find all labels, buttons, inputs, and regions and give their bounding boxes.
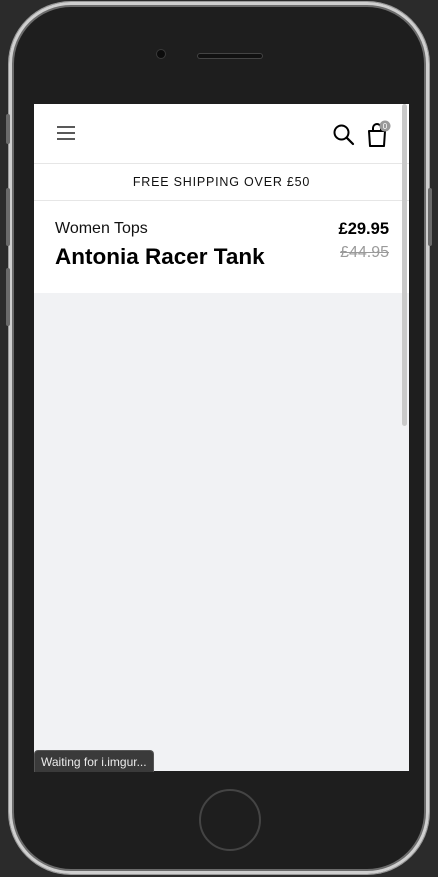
silent-switch xyxy=(6,114,10,144)
power-button xyxy=(428,188,432,246)
product-category[interactable]: Women Tops xyxy=(55,220,148,238)
app-header: 0 xyxy=(34,104,409,164)
home-button[interactable] xyxy=(199,789,261,851)
volume-down-button xyxy=(6,268,10,326)
browser-status-bar: Waiting for i.imgur... xyxy=(34,750,154,772)
cart-count-badge: 0 xyxy=(383,122,388,131)
app-screen: 0 FREE SHIPPING OVER £50 Women Tops Anto… xyxy=(34,104,409,771)
front-camera xyxy=(157,50,165,58)
shopping-bag-icon[interactable]: 0 xyxy=(366,120,394,153)
product-title: Antonia Racer Tank xyxy=(55,244,265,269)
search-icon[interactable] xyxy=(332,123,356,152)
volume-up-button xyxy=(6,188,10,246)
earpiece-speaker xyxy=(197,53,263,59)
shipping-banner: FREE SHIPPING OVER £50 xyxy=(34,164,409,201)
product-sale-price: £29.95 xyxy=(338,220,389,238)
product-original-price: £44.95 xyxy=(340,244,389,261)
product-info-panel: Women Tops Antonia Racer Tank £29.95 £44… xyxy=(34,201,409,293)
hamburger-menu-icon[interactable] xyxy=(56,124,76,147)
page-scrollbar[interactable] xyxy=(402,104,407,426)
